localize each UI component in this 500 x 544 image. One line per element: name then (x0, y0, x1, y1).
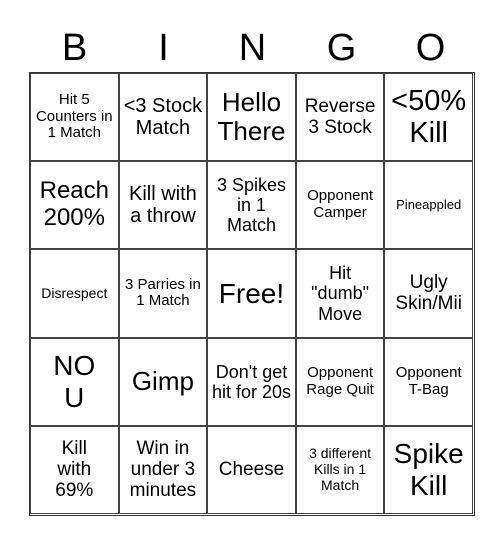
bingo-cell[interactable]: Opponent T-Bag (384, 337, 473, 426)
bingo-cell[interactable]: NO U (30, 337, 119, 426)
bingo-cell[interactable]: 3 Parries in 1 Match (118, 249, 208, 338)
bingo-cell[interactable]: <3 Stock Match (118, 73, 208, 162)
bingo-cell[interactable]: Opponent Camper (295, 161, 385, 250)
bingo-header: B I N G O (30, 24, 475, 72)
bingo-cell[interactable]: Kill with 69% (30, 425, 119, 514)
bingo-board: Hit 5 Counters in 1 Match <3 Stock Match… (29, 72, 475, 516)
bingo-cell[interactable]: Gimp (118, 337, 208, 426)
header-letter-i: I (158, 27, 169, 69)
bingo-cell[interactable]: Cheese (207, 425, 296, 514)
bingo-cell[interactable]: 3 Spikes in 1 Match (207, 161, 296, 250)
header-letter-g: G (326, 27, 357, 69)
bingo-cell[interactable]: Ugly Skin/Mii (384, 249, 473, 338)
bingo-cell[interactable]: Reach 200% (30, 161, 119, 250)
bingo-cell[interactable]: Hello There (207, 73, 296, 162)
bingo-cell[interactable]: Opponent Rage Quit (295, 337, 385, 426)
header-letter-n: N (238, 27, 267, 69)
bingo-cell[interactable]: Kill with a throw (118, 161, 208, 250)
bingo-cell[interactable]: Win in under 3 minutes (118, 425, 208, 514)
bingo-cell[interactable]: Disrespect (30, 249, 119, 338)
bingo-cell[interactable]: Hit "dumb" Move (295, 249, 385, 338)
header-letter-o: O (415, 27, 446, 69)
bingo-cell[interactable]: Reverse 3 Stock (295, 73, 385, 162)
bingo-cell[interactable]: 3 different Kills in 1 Match (295, 425, 385, 514)
bingo-cell[interactable]: Hit 5 Counters in 1 Match (30, 73, 119, 162)
bingo-cell[interactable]: Don't get hit for 20s (207, 337, 296, 426)
bingo-cell[interactable]: <50% Kill (384, 73, 473, 162)
header-letter-b: B (61, 27, 88, 69)
bingo-cell[interactable]: Spike Kill (384, 425, 473, 514)
bingo-cell[interactable]: Pineappled (384, 161, 473, 250)
bingo-cell free-space[interactable]: Free! (207, 249, 296, 338)
